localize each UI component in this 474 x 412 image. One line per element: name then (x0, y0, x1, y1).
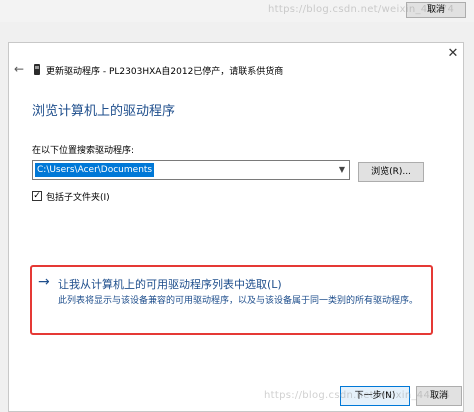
update-driver-dialog (8, 42, 464, 412)
include-subfolders-label[interactable]: 包括子文件夹(I) (46, 190, 110, 203)
usb-device-icon (34, 64, 40, 75)
dialog-header-title: 更新驱动程序 - PL2303HXA自2012已停产，请联系供货商 (46, 67, 284, 77)
browse-button[interactable]: 浏览(R)... (358, 162, 424, 182)
watermark-top: https://blog.csdn.net/weixin_44074 (268, 4, 455, 15)
page-heading: 浏览计算机上的驱动程序 (32, 104, 176, 119)
pick-from-list-link[interactable]: 让我从计算机上的可用驱动程序列表中选取(L) (58, 276, 282, 292)
watermark-bottom: https://blog.csdn.net/weixin_44074 (264, 390, 451, 401)
arrow-right-icon[interactable]: → (38, 275, 50, 289)
path-combobox[interactable]: C:\Users\Acer\Documents ▼ (32, 160, 350, 180)
close-icon[interactable]: ✕ (445, 46, 461, 62)
back-arrow-icon[interactable]: ← (12, 62, 26, 76)
search-location-label: 在以下位置搜索驱动程序: (32, 146, 135, 156)
path-input-value[interactable]: C:\Users\Acer\Documents (35, 163, 155, 177)
include-subfolders-checkbox[interactable]: ✓ (32, 191, 42, 201)
chevron-down-icon[interactable]: ▼ (335, 161, 349, 179)
pick-from-list-description: 此列表将显示与该设备兼容的可用驱动程序，以及与该设备属于同一类别的所有驱动程序。 (58, 296, 419, 306)
